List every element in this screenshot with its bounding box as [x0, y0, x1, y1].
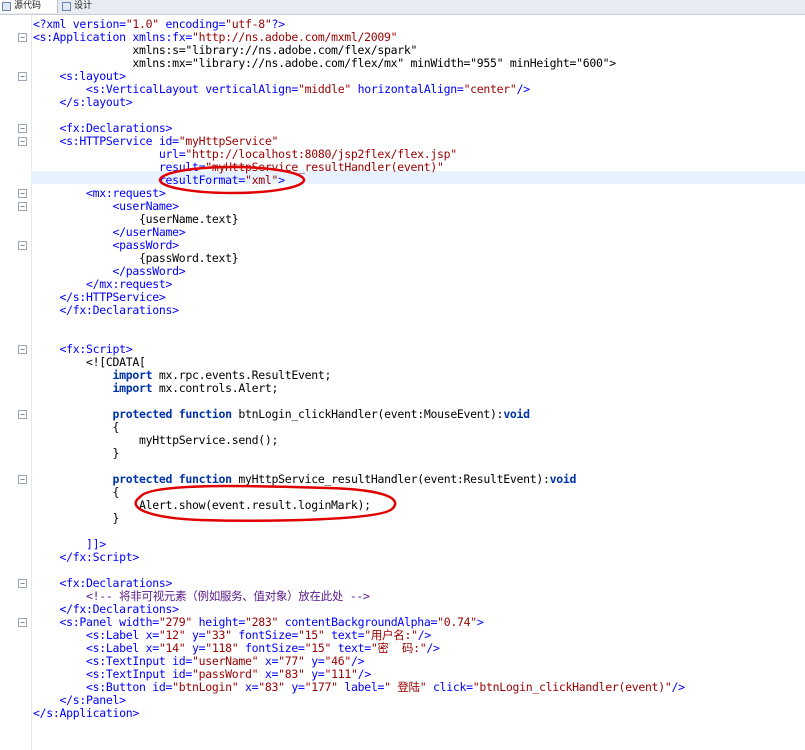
fold-toggle-icon[interactable]: −	[18, 72, 27, 81]
source-icon	[2, 2, 11, 11]
fold-toggle-icon[interactable]: −	[18, 475, 27, 484]
fold-toggle-icon[interactable]: −	[18, 202, 27, 211]
code-line[interactable]: <s:Button id="btnLogin" x="83" y="177" l…	[33, 681, 685, 694]
design-icon	[62, 2, 71, 11]
tab-source-label: 源代码	[14, 1, 42, 11]
fold-toggle-icon[interactable]: −	[18, 241, 27, 250]
fold-toggle-icon[interactable]: −	[18, 579, 27, 588]
fold-toggle-icon[interactable]: −	[18, 410, 27, 419]
editor-tab-bar: 源代码 设计	[0, 0, 805, 15]
code-line[interactable]: import mx.controls.Alert;	[33, 382, 278, 395]
fold-toggle-icon[interactable]: −	[18, 124, 27, 133]
code-line[interactable]: </fx:Declarations>	[33, 304, 179, 317]
tab-design[interactable]: 设计	[60, 0, 112, 13]
code-line[interactable]: </fx:Script>	[33, 551, 139, 564]
code-line[interactable]: }	[33, 447, 119, 460]
tab-design-label: 设计	[74, 1, 93, 11]
tab-source[interactable]: 源代码	[0, 0, 58, 13]
code-line[interactable]: }	[33, 512, 119, 525]
code-line[interactable]: </s:Application>	[33, 707, 139, 720]
fold-toggle-icon[interactable]: −	[18, 345, 27, 354]
fold-toggle-icon[interactable]: −	[18, 33, 27, 42]
fold-toggle-icon[interactable]: −	[18, 618, 27, 627]
fold-toggle-icon[interactable]: −	[18, 189, 27, 198]
fold-toggle-icon[interactable]: −	[18, 137, 27, 146]
code-line[interactable]: </s:layout>	[33, 96, 132, 109]
editor-gutter: − − − − − − − − − − − −	[0, 15, 32, 750]
